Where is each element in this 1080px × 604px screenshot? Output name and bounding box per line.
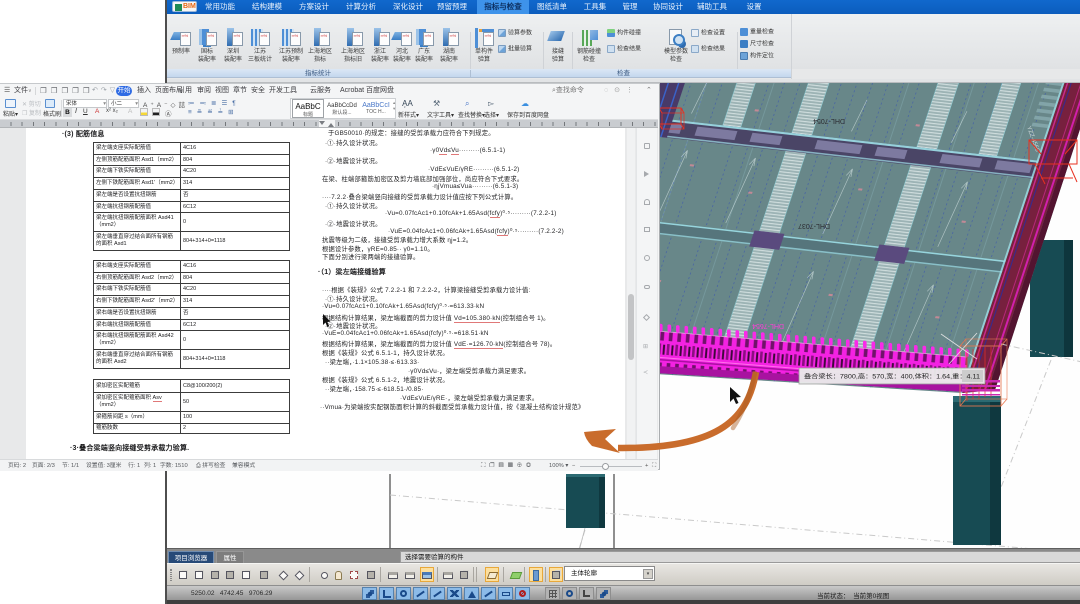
svg-text:叠合梁长：7800,高：570,宽：400,体积：1.64,: 叠合梁长：7800,高：570,宽：400,体积：1.64,重：4.11 (804, 373, 981, 381)
svg-text:DHL-7654: DHL-7654 (752, 322, 784, 329)
svg-text:DHL-7054: DHL-7054 (813, 117, 845, 124)
svg-text:DHL-7037: DHL-7037 (798, 222, 830, 229)
